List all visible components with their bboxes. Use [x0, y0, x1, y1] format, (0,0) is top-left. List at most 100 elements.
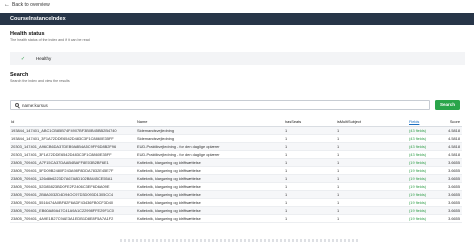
column-header-fields[interactable]: Fields	[408, 117, 438, 127]
table-row[interactable]: 193844_147401_ABC1CB85B74F4907BF3B0B45BB…	[10, 126, 462, 135]
table-row[interactable]: 23805_709401_126d8b6223D7A67A8D102B8445C…	[10, 174, 462, 183]
health-subtitle: The health status of the index and if it…	[10, 38, 90, 42]
table-row[interactable]: 23805_709401_5516474A0BF82F6ADF43436FB0C…	[10, 198, 462, 207]
cell-name: Sidemandsvejledning	[136, 134, 284, 143]
cell-name: Kalteknik, klargøring og idriftsættelse	[136, 158, 284, 167]
check-icon: ✓	[20, 55, 26, 62]
cell-ismultisubject: 1	[336, 142, 408, 151]
cell-fields[interactable]: (19 fields)	[408, 190, 438, 199]
cell-ismultisubject: 1	[336, 190, 408, 199]
cell-fields[interactable]: (19 fields)	[408, 206, 438, 215]
cell-name: Kalteknik, klargøring og idriftsættelse	[136, 190, 284, 199]
column-header-id[interactable]: Id	[10, 117, 136, 127]
cell-id: 23805_709401_2B8A0032D4D94OC97D3D093D130…	[10, 190, 136, 199]
cell-ismultisubject: 1	[336, 206, 408, 215]
cell-fields[interactable]: (43 fields)	[408, 150, 438, 159]
column-header-name[interactable]: Name	[136, 117, 284, 127]
cell-id: 20303_147401_3F1A72DDE6542D483C3F1C8860E…	[10, 150, 136, 159]
health-title: Health status	[10, 31, 45, 37]
cell-fields[interactable]: (19 fields)	[408, 166, 438, 175]
cell-score: 3.6655	[438, 174, 462, 183]
cell-score: 3.6655	[438, 198, 462, 207]
cell-hasseats: 1	[284, 190, 336, 199]
arrow-left-icon: ←	[4, 2, 10, 8]
column-header-score[interactable]: Score	[438, 117, 462, 127]
health-status-card: Health status The health status of the i…	[4, 27, 470, 70]
cell-score: 4.5818	[438, 126, 462, 135]
cell-hasseats: 1	[284, 198, 336, 207]
health-status-text: Healthy	[36, 56, 52, 61]
cell-fields[interactable]: (43 fields)	[408, 134, 438, 143]
cell-fields[interactable]: (19 fields)	[408, 214, 438, 223]
cell-id: 23805_709401_126d8b6223D7A67A8D102B8445C…	[10, 174, 136, 183]
table-row[interactable]: 193844_147401_3F1A72DDE6542D483C3F1C8860…	[10, 134, 462, 143]
cell-hasseats: 1	[284, 134, 336, 143]
cell-id: 23805_709401_5516474A0BF82F6ADF43436FB0C…	[10, 198, 136, 207]
cell-score: 4.5818	[438, 134, 462, 143]
cell-id: 23805_709401_EB60A89A47C41A9A1C22998FFE2…	[10, 206, 136, 215]
cell-hasseats: 1	[284, 166, 336, 175]
cell-fields[interactable]: (19 fields)	[408, 158, 438, 167]
cell-name: Kalteknik, klargøring og idriftsættelse	[136, 166, 284, 175]
cell-fields[interactable]: (19 fields)	[408, 198, 438, 207]
table-header-row: Id Name hasSeats isMultiSubject Fields S…	[10, 117, 462, 127]
table-row[interactable]: 23805_709401_52D85823BD0FE2F2406C3EF6D6A…	[10, 182, 462, 191]
cell-ismultisubject: 1	[336, 182, 408, 191]
cell-name: Kalteknik, klargøring og idriftsættelse	[136, 214, 284, 223]
cell-fields[interactable]: (19 fields)	[408, 174, 438, 183]
table-row[interactable]: 23805_709401_EB60A89A47C41A9A1C22998FFE2…	[10, 206, 462, 215]
search-card: Search Search the index and view the res…	[4, 71, 470, 99]
table-row[interactable]: 23805_709401_2B8A0032D4D94OC97D3D093D130…	[10, 190, 462, 199]
cell-ismultisubject: 1	[336, 214, 408, 223]
cell-score: 4.5818	[438, 150, 462, 159]
back-link-label: Back to overview	[12, 2, 50, 8]
cell-hasseats: 1	[284, 126, 336, 135]
cell-ismultisubject: 1	[336, 134, 408, 143]
table-row[interactable]: 23805_709401_4A9E1B27C9AE3A1EDB1D8E8F5A7…	[10, 214, 462, 223]
cell-score: 3.6655	[438, 206, 462, 215]
cell-hasseats: 1	[284, 150, 336, 159]
column-header-hasseats[interactable]: hasSeats	[284, 117, 336, 127]
cell-score: 3.6655	[438, 214, 462, 223]
cell-fields[interactable]: (43 fields)	[408, 126, 438, 135]
cell-hasseats: 1	[284, 182, 336, 191]
table-row[interactable]: 20303_147401_3F1A72DDE6542D483C3F1C8860E…	[10, 150, 462, 159]
cell-score: 3.6655	[438, 158, 462, 167]
cell-name: EUD-Praktikvejledning - for den daglige …	[136, 150, 284, 159]
cell-ismultisubject: 1	[336, 198, 408, 207]
cell-hasseats: 1	[284, 206, 336, 215]
cell-score: 3.6655	[438, 166, 462, 175]
column-header-ismultisubject[interactable]: isMultiSubject	[336, 117, 408, 127]
cell-ismultisubject: 1	[336, 158, 408, 167]
page-title: CourseInstanceIndex	[0, 13, 474, 25]
cell-score: 3.6655	[438, 182, 462, 191]
search-subtitle: Search the index and view the results	[10, 79, 70, 83]
search-button[interactable]: Search	[435, 100, 460, 110]
search-input[interactable]	[22, 102, 402, 108]
cell-id: 23805_709401_A7F15CA37DAAB4BAFF8E03B2BF6…	[10, 158, 136, 167]
cell-id: 23805_709401_5FD09B2480F243A98F8DDA7832E…	[10, 166, 136, 175]
table-row[interactable]: 20303_147401_A96CB6DA37DEB9A8B4A5C9FF6D8…	[10, 142, 462, 151]
cell-id: 23805_709401_4A9E1B27C9AE3A1EDB1D8E8F5A7…	[10, 214, 136, 223]
health-status-row: ✓ Healthy	[10, 52, 465, 65]
cell-ismultisubject: 1	[336, 150, 408, 159]
search-bar	[10, 100, 430, 110]
table-row[interactable]: 23805_709401_A7F15CA37DAAB4BAFF8E03B2BF6…	[10, 158, 462, 167]
cell-name: Sidemandsvejledning	[136, 126, 284, 135]
search-icon	[15, 103, 19, 107]
cell-ismultisubject: 1	[336, 174, 408, 183]
cell-id: 20303_147401_A96CB6DA37DEB9A8B4A5C9FF6D8…	[10, 142, 136, 151]
table-row[interactable]: 23805_709401_5FD09B2480F243A98F8DDA7832E…	[10, 166, 462, 175]
cell-hasseats: 1	[284, 174, 336, 183]
cell-name: Kalteknik, klargøring og idriftsættelse	[136, 174, 284, 183]
cell-name: Kalteknik, klargøring og idriftsættelse	[136, 182, 284, 191]
back-link[interactable]: ← Back to overview	[4, 2, 50, 8]
search-title: Search	[10, 72, 29, 78]
cell-score: 3.6655	[438, 190, 462, 199]
cell-hasseats: 1	[284, 214, 336, 223]
cell-hasseats: 1	[284, 142, 336, 151]
cell-fields[interactable]: (43 fields)	[408, 142, 438, 151]
cell-ismultisubject: 1	[336, 166, 408, 175]
cell-name: EUD-Praktikvejledning - for den daglige …	[136, 142, 284, 151]
cell-fields[interactable]: (19 fields)	[408, 182, 438, 191]
